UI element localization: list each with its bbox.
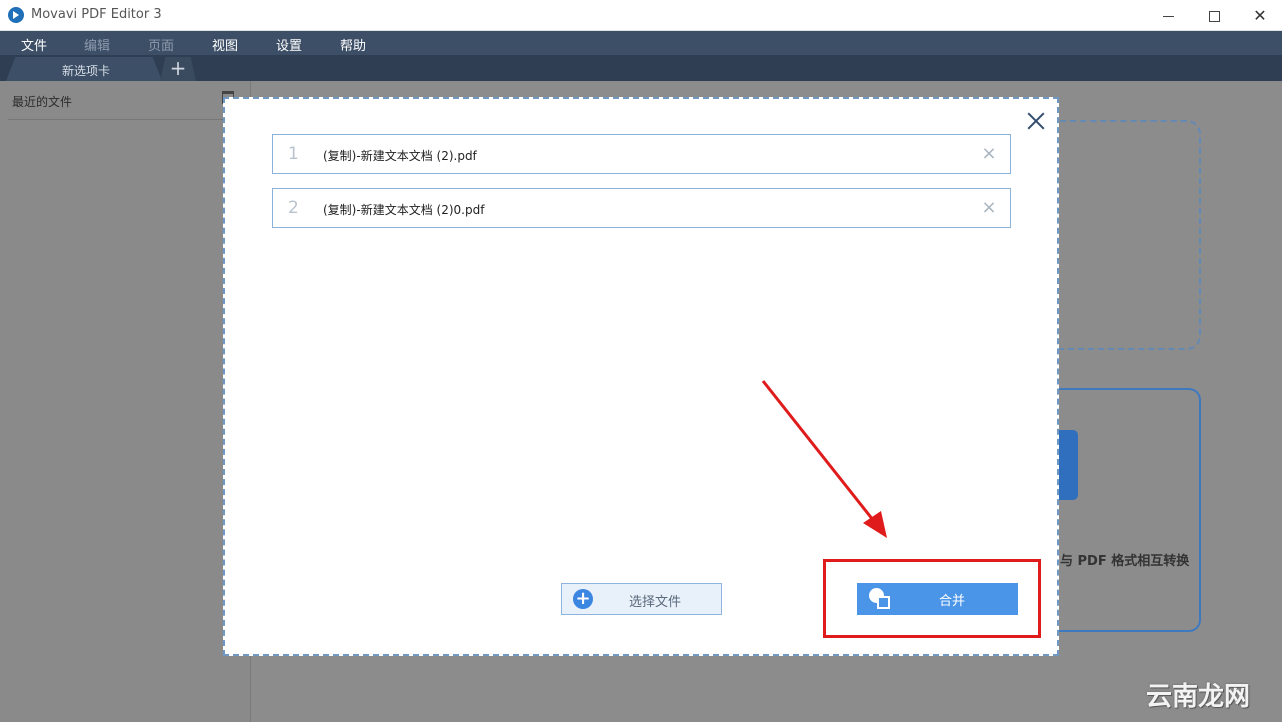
tab-new[interactable]: 新选项卡 xyxy=(6,57,162,81)
maximize-icon xyxy=(1208,11,1220,22)
menu-help[interactable]: 帮助 xyxy=(340,35,366,54)
file-index: 1 xyxy=(288,144,299,164)
tab-strip: 新选项卡 + xyxy=(0,55,1282,81)
file-index: 2 xyxy=(288,198,299,218)
menu-view[interactable]: 视图 xyxy=(212,35,238,54)
title-bar: Movavi PDF Editor 3 ✕ xyxy=(0,0,1282,31)
close-window-button[interactable]: ✕ xyxy=(1237,0,1282,31)
remove-file-icon[interactable]: × xyxy=(979,198,999,218)
plus-icon: + xyxy=(169,56,187,80)
add-tab-button[interactable]: + xyxy=(160,57,196,81)
app-logo-icon xyxy=(8,7,24,23)
file-name: (复制)-新建文本文档 (2)0.pdf xyxy=(323,203,485,217)
highlight-box xyxy=(823,559,1041,638)
dialog-close-icon[interactable] xyxy=(1024,109,1048,133)
convert-card-text: 与 PDF 格式相互转换 xyxy=(1060,554,1190,569)
divider xyxy=(8,119,244,120)
minimize-icon xyxy=(1162,16,1174,17)
watermark: 云南龙网 xyxy=(1146,682,1251,712)
remove-file-icon[interactable]: × xyxy=(979,144,999,164)
select-files-button[interactable]: + 选择文件 xyxy=(561,583,722,615)
convert-card xyxy=(1040,388,1201,632)
select-files-label: 选择文件 xyxy=(629,595,682,610)
menu-page[interactable]: 页面 xyxy=(148,35,174,54)
recent-files-sidebar: 最近的文件 xyxy=(0,81,251,722)
plus-circle-icon: + xyxy=(573,589,593,609)
drop-zone xyxy=(1040,120,1201,350)
recent-files-title: 最近的文件 xyxy=(12,95,73,109)
menu-bar: 文件 编辑 页面 视图 设置 帮助 xyxy=(0,31,1282,55)
file-list-item[interactable]: 2 (复制)-新建文本文档 (2)0.pdf × xyxy=(272,188,1011,228)
tab-label: 新选项卡 xyxy=(62,64,111,78)
file-name: (复制)-新建文本文档 (2).pdf xyxy=(323,149,477,163)
annotation-arrow-icon xyxy=(761,380,887,538)
menu-edit[interactable]: 编辑 xyxy=(84,35,110,54)
window-title: Movavi PDF Editor 3 xyxy=(31,7,162,22)
minimize-button[interactable] xyxy=(1145,0,1191,31)
file-list-item[interactable]: 1 (复制)-新建文本文档 (2).pdf × xyxy=(272,134,1011,174)
menu-file[interactable]: 文件 xyxy=(21,35,47,54)
maximize-button[interactable] xyxy=(1191,0,1237,31)
menu-settings[interactable]: 设置 xyxy=(276,35,302,54)
close-icon: ✕ xyxy=(1253,6,1267,25)
